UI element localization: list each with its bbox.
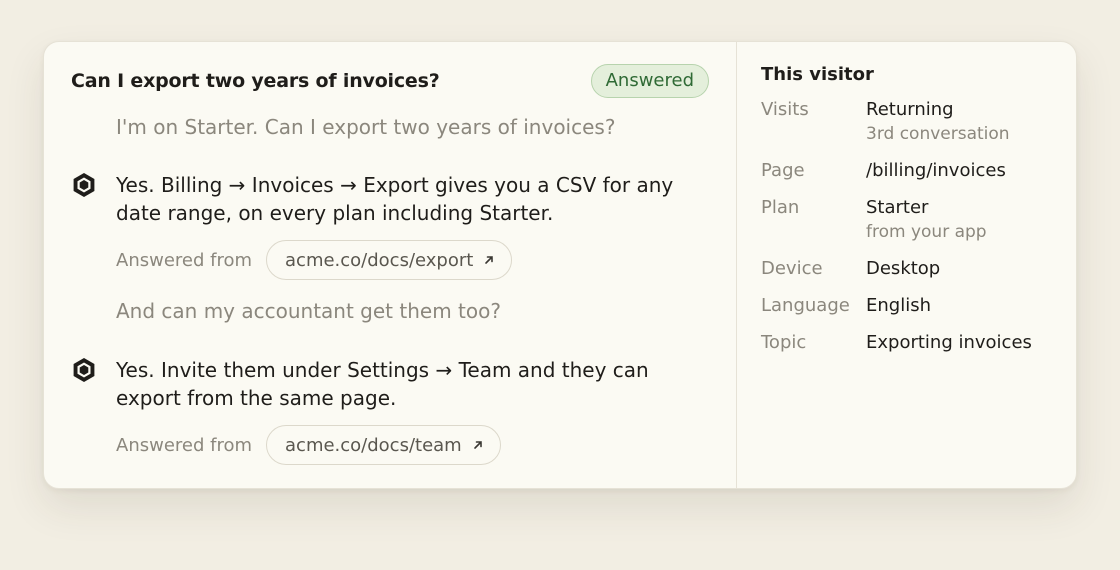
visitor-title: This visitor [761, 64, 874, 85]
attr-key: Language [761, 295, 850, 316]
source-link[interactable]: acme.co/docs/export [266, 240, 513, 280]
external-link-icon [485, 256, 494, 264]
source-row: Answered from acme.co/docs/team [116, 425, 501, 465]
attr-value: Returning [866, 99, 954, 120]
attr-value: Desktop [866, 258, 941, 279]
attr-key: Page [761, 160, 805, 181]
source-label: Answered from [116, 434, 253, 456]
conversation-title: Can I export two years of invoices? [71, 70, 440, 92]
attr-value: Exporting invoices [866, 332, 1032, 353]
bot-message: Yes. Billing → Invoices → Export gives y… [70, 171, 716, 227]
attr-value: English [866, 295, 931, 316]
conversation-panel: Can I export two years of invoices? Answ… [44, 42, 737, 488]
source-row: Answered from acme.co/docs/export [116, 240, 513, 280]
external-link-icon [473, 441, 482, 449]
attr-language: Language English [761, 295, 1066, 317]
hexagon-bot-icon [73, 358, 95, 382]
attr-plan: Plan Starter from your app [761, 197, 1066, 243]
attr-device: Device Desktop [761, 258, 1066, 280]
attr-subtext: from your app [866, 222, 987, 242]
attr-subtext: 3rd conversation [866, 124, 1010, 144]
attr-value: /billing/invoices [866, 160, 1006, 181]
bot-message-text: Yes. Invite them under Settings → Team a… [116, 358, 649, 410]
source-link[interactable]: acme.co/docs/team [266, 425, 501, 465]
visitor-panel: This visitor Visits Returning 3rd conver… [737, 42, 1076, 488]
attr-key: Topic [761, 332, 807, 353]
bot-message-text: Yes. Billing → Invoices → Export gives y… [116, 173, 674, 225]
attr-page: Page /billing/invoices [761, 160, 1066, 182]
source-label: Answered from [116, 249, 253, 271]
attr-visits: Visits Returning 3rd conversation [761, 99, 1066, 145]
user-message: And can my accountant get them too? [116, 299, 501, 323]
bot-message: Yes. Invite them under Settings → Team a… [70, 356, 716, 412]
source-link-text: acme.co/docs/export [285, 249, 474, 271]
attr-value: Starter [866, 197, 929, 218]
conversation-card: Can I export two years of invoices? Answ… [43, 41, 1077, 489]
source-link-text: acme.co/docs/team [285, 434, 462, 456]
attr-key: Device [761, 258, 823, 279]
user-message: I'm on Starter. Can I export two years o… [116, 115, 616, 139]
attr-key: Plan [761, 197, 800, 218]
conversation-header: Can I export two years of invoices? Answ… [71, 64, 709, 98]
attr-key: Visits [761, 99, 809, 120]
hexagon-bot-icon [73, 173, 95, 197]
status-badge: Answered [590, 64, 709, 98]
attr-topic: Topic Exporting invoices [761, 332, 1066, 354]
